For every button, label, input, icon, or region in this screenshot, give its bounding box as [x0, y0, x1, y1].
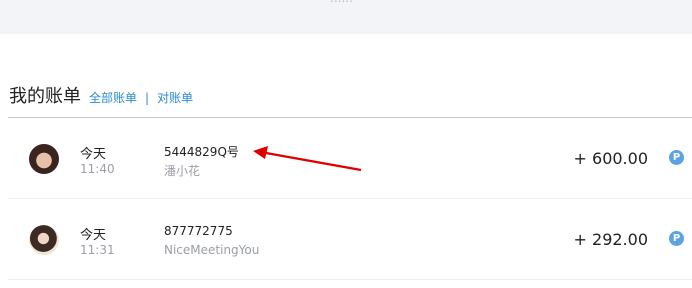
pay-icon[interactable]: P — [669, 231, 684, 246]
bill-account: 5444829Q号 — [164, 145, 239, 159]
pay-icon[interactable]: P — [669, 150, 684, 165]
all-bills-link[interactable]: 全部账单 — [89, 89, 137, 106]
section-header: 我的账单 全部账单 | 对账单 — [9, 82, 193, 107]
banner-text: ...... — [330, 0, 353, 5]
avatar — [29, 144, 59, 174]
top-banner: ...... — [0, 0, 692, 34]
bill-day: 今天 — [80, 147, 107, 162]
section-title: 我的账单 — [9, 86, 81, 107]
bill-day: 今天 — [80, 228, 107, 243]
bill-amount: + 600.00 — [573, 149, 648, 168]
bill-account: 877772775 — [164, 224, 233, 238]
bill-name: 潘小花 — [164, 164, 201, 178]
reconcile-link[interactable]: 对账单 — [157, 89, 193, 106]
bill-name: NiceMeetingYou — [164, 243, 260, 257]
link-separator: | — [145, 91, 150, 105]
bill-row[interactable]: 今天 11:31 877772775 NiceMeetingYou + 292.… — [8, 199, 692, 280]
bill-time: 11:31 — [80, 243, 115, 257]
bill-time: 11:40 — [80, 162, 115, 176]
avatar — [29, 225, 59, 255]
bill-amount: + 292.00 — [573, 230, 648, 249]
bill-row[interactable]: 今天 11:40 5444829Q号 潘小花 + 600.00 P — [8, 118, 692, 199]
